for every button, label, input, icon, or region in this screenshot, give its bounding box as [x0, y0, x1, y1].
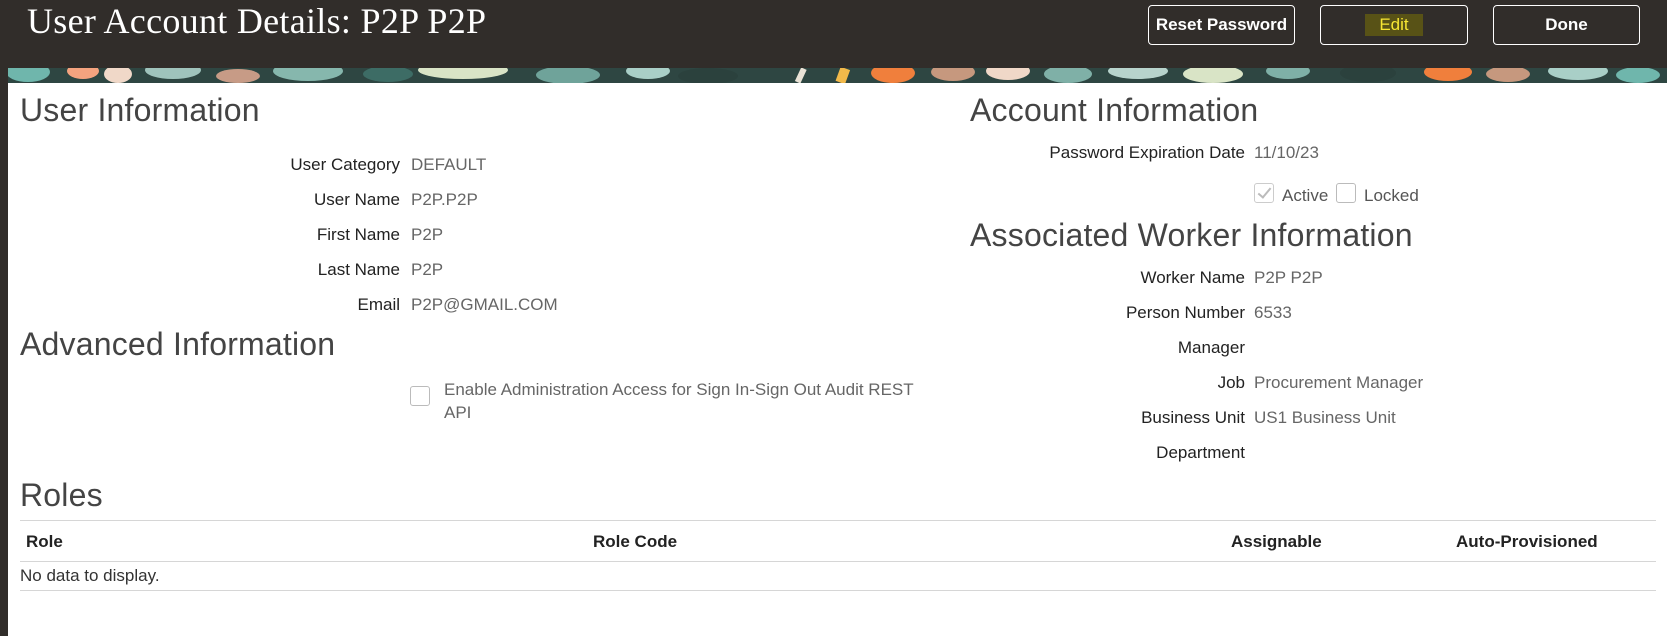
- password-expiration-label: Password Expiration Date: [1049, 143, 1245, 162]
- banner-pattern: [8, 68, 1667, 83]
- edit-button-label: Edit: [1365, 14, 1423, 36]
- column-header-role-code[interactable]: Role Code: [593, 532, 677, 552]
- roles-table-top-border: [20, 520, 1656, 521]
- person-number-value: 6533: [1254, 303, 1292, 322]
- business-unit-value: US1 Business Unit: [1254, 408, 1396, 427]
- department-label: Department: [1156, 443, 1245, 462]
- account-information-heading: Account Information: [970, 92, 1259, 128]
- column-header-role[interactable]: Role: [26, 532, 63, 552]
- person-number-label: Person Number: [1125, 303, 1245, 322]
- associated-worker-heading: Associated Worker Information: [970, 217, 1413, 253]
- edit-button[interactable]: Edit: [1320, 5, 1468, 45]
- column-header-auto-provisioned[interactable]: Auto-Provisioned: [1456, 532, 1598, 552]
- last-name-label: Last Name: [317, 260, 400, 279]
- roles-empty-message: No data to display.: [20, 566, 160, 585]
- email-label: Email: [357, 295, 400, 314]
- advanced-information-heading: Advanced Information: [20, 326, 336, 362]
- enable-admin-access-label-line1: Enable Administration Access for Sign In…: [444, 380, 914, 399]
- active-label: Active: [1282, 186, 1329, 205]
- left-edge-bar: [0, 0, 8, 636]
- last-name-value: P2P: [411, 260, 444, 279]
- done-button[interactable]: Done: [1493, 5, 1640, 45]
- user-information-heading: User Information: [20, 92, 260, 128]
- roles-table-header-border: [20, 561, 1656, 562]
- enable-admin-access-checkbox[interactable]: [410, 386, 430, 406]
- enable-admin-access-label-line2: API: [444, 403, 472, 422]
- user-name-label: User Name: [314, 190, 400, 209]
- reset-password-button[interactable]: Reset Password: [1148, 5, 1295, 45]
- roles-table-bottom-border: [20, 590, 1656, 591]
- business-unit-label: Business Unit: [1141, 408, 1245, 427]
- job-value: Procurement Manager: [1254, 373, 1424, 392]
- roles-heading: Roles: [20, 477, 103, 513]
- locked-label: Locked: [1364, 186, 1419, 205]
- first-name-value: P2P: [411, 225, 444, 244]
- first-name-label: First Name: [316, 225, 400, 244]
- email-value: P2P@GMAIL.COM: [411, 295, 558, 314]
- user-category-value: DEFAULT: [411, 155, 487, 174]
- page-header: User Account Details: P2P P2P Reset Pass…: [0, 0, 1667, 68]
- user-category-label: User Category: [290, 155, 400, 174]
- active-checkbox[interactable]: [1254, 183, 1274, 203]
- manager-label: Manager: [1177, 338, 1245, 357]
- decorative-banner: [8, 68, 1667, 83]
- column-header-assignable[interactable]: Assignable: [1231, 532, 1322, 552]
- worker-name-value: P2P P2P: [1254, 268, 1323, 287]
- worker-name-label: Worker Name: [1140, 268, 1245, 287]
- page-title: User Account Details: P2P P2P: [27, 1, 487, 41]
- locked-checkbox[interactable]: [1336, 183, 1356, 203]
- password-expiration-value: 11/10/23: [1254, 143, 1319, 162]
- user-name-value: P2P.P2P: [411, 190, 478, 209]
- job-label: Job: [1217, 373, 1245, 392]
